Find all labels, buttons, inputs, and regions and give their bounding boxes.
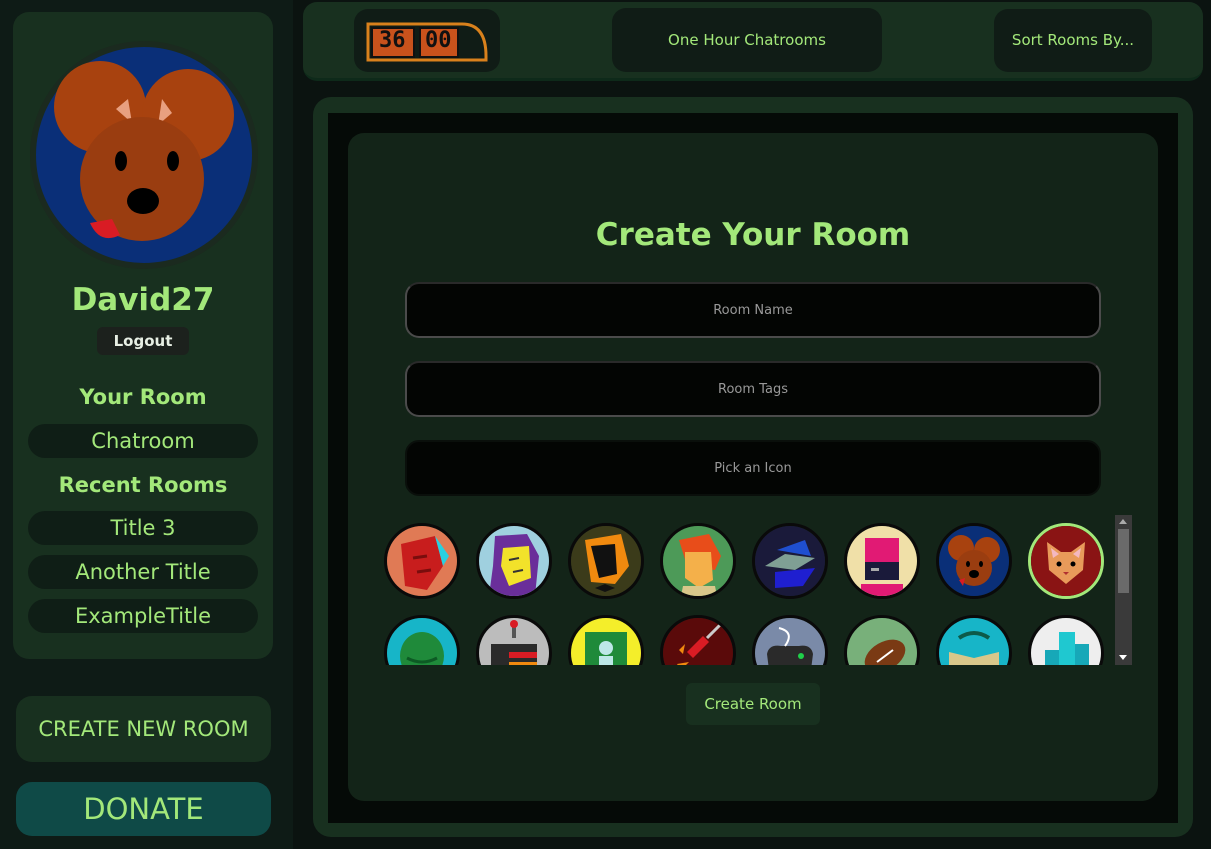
create-room-button[interactable]: Create Room: [686, 683, 820, 725]
robot-face-icon[interactable]: [844, 523, 920, 599]
username: David27: [71, 282, 215, 318]
profile-card: David27 Logout Your Room Chatroom Recent…: [13, 12, 273, 659]
football-icon[interactable]: [844, 615, 920, 665]
timer-minutes: 36: [379, 28, 406, 53]
recent-room-item[interactable]: ExampleTitle: [28, 599, 258, 633]
main-inner: Create Your Room Room Name Room Tags Pic…: [328, 113, 1178, 823]
create-new-room-button[interactable]: CREATE NEW ROOM: [16, 696, 271, 762]
sidebar: David27 Logout Your Room Chatroom Recent…: [0, 0, 293, 849]
sort-rooms-button[interactable]: Sort Rooms By...: [994, 9, 1152, 72]
recent-room-item[interactable]: Another Title: [28, 555, 258, 589]
icon-picker-input[interactable]: [405, 440, 1101, 496]
cat-icon[interactable]: [1028, 523, 1104, 599]
logout-button[interactable]: Logout: [97, 327, 189, 355]
cake-icon[interactable]: [476, 615, 552, 665]
red-face-icon[interactable]: [384, 523, 460, 599]
recent-room-item[interactable]: Title 3: [28, 511, 258, 545]
your-room-link[interactable]: Chatroom: [28, 424, 258, 458]
recent-rooms-label: Recent Rooms: [58, 473, 228, 497]
gamepad-icon[interactable]: [752, 615, 828, 665]
donate-button[interactable]: DONATE: [16, 782, 271, 836]
app-title[interactable]: One Hour Chatrooms: [612, 8, 882, 72]
room-tags-input[interactable]: [405, 361, 1101, 417]
timer: 36 00: [354, 9, 500, 72]
scroll-thumb[interactable]: [1118, 529, 1129, 593]
book-icon[interactable]: [936, 615, 1012, 665]
bird-icon[interactable]: [752, 523, 828, 599]
header: 36 00 One Hour Chatrooms Sort Rooms By..…: [303, 2, 1203, 81]
create-room-card: Create Your Room Room Name Room Tags Pic…: [348, 133, 1158, 801]
icon-grid-scrollbar[interactable]: [1115, 515, 1132, 665]
main-panel: Create Your Room Room Name Room Tags Pic…: [313, 97, 1193, 837]
portrait-icon[interactable]: [568, 615, 644, 665]
purple-hair-face-icon[interactable]: [476, 523, 552, 599]
icon-grid: [384, 515, 1134, 665]
mouse-icon[interactable]: [936, 523, 1012, 599]
scroll-down-icon[interactable]: [1119, 655, 1127, 660]
your-room-label: Your Room: [79, 385, 207, 409]
city-icon[interactable]: [1028, 615, 1104, 665]
bowtie-man-icon[interactable]: [568, 523, 644, 599]
profile-avatar[interactable]: [28, 39, 260, 271]
create-room-title: Create Your Room: [595, 217, 911, 253]
guitar-icon[interactable]: [660, 615, 736, 665]
redhead-face-icon[interactable]: [660, 523, 736, 599]
room-name-input[interactable]: [405, 282, 1101, 338]
timer-seconds: 00: [425, 28, 452, 53]
scroll-up-icon[interactable]: [1119, 519, 1127, 524]
turtle-icon[interactable]: [384, 615, 460, 665]
